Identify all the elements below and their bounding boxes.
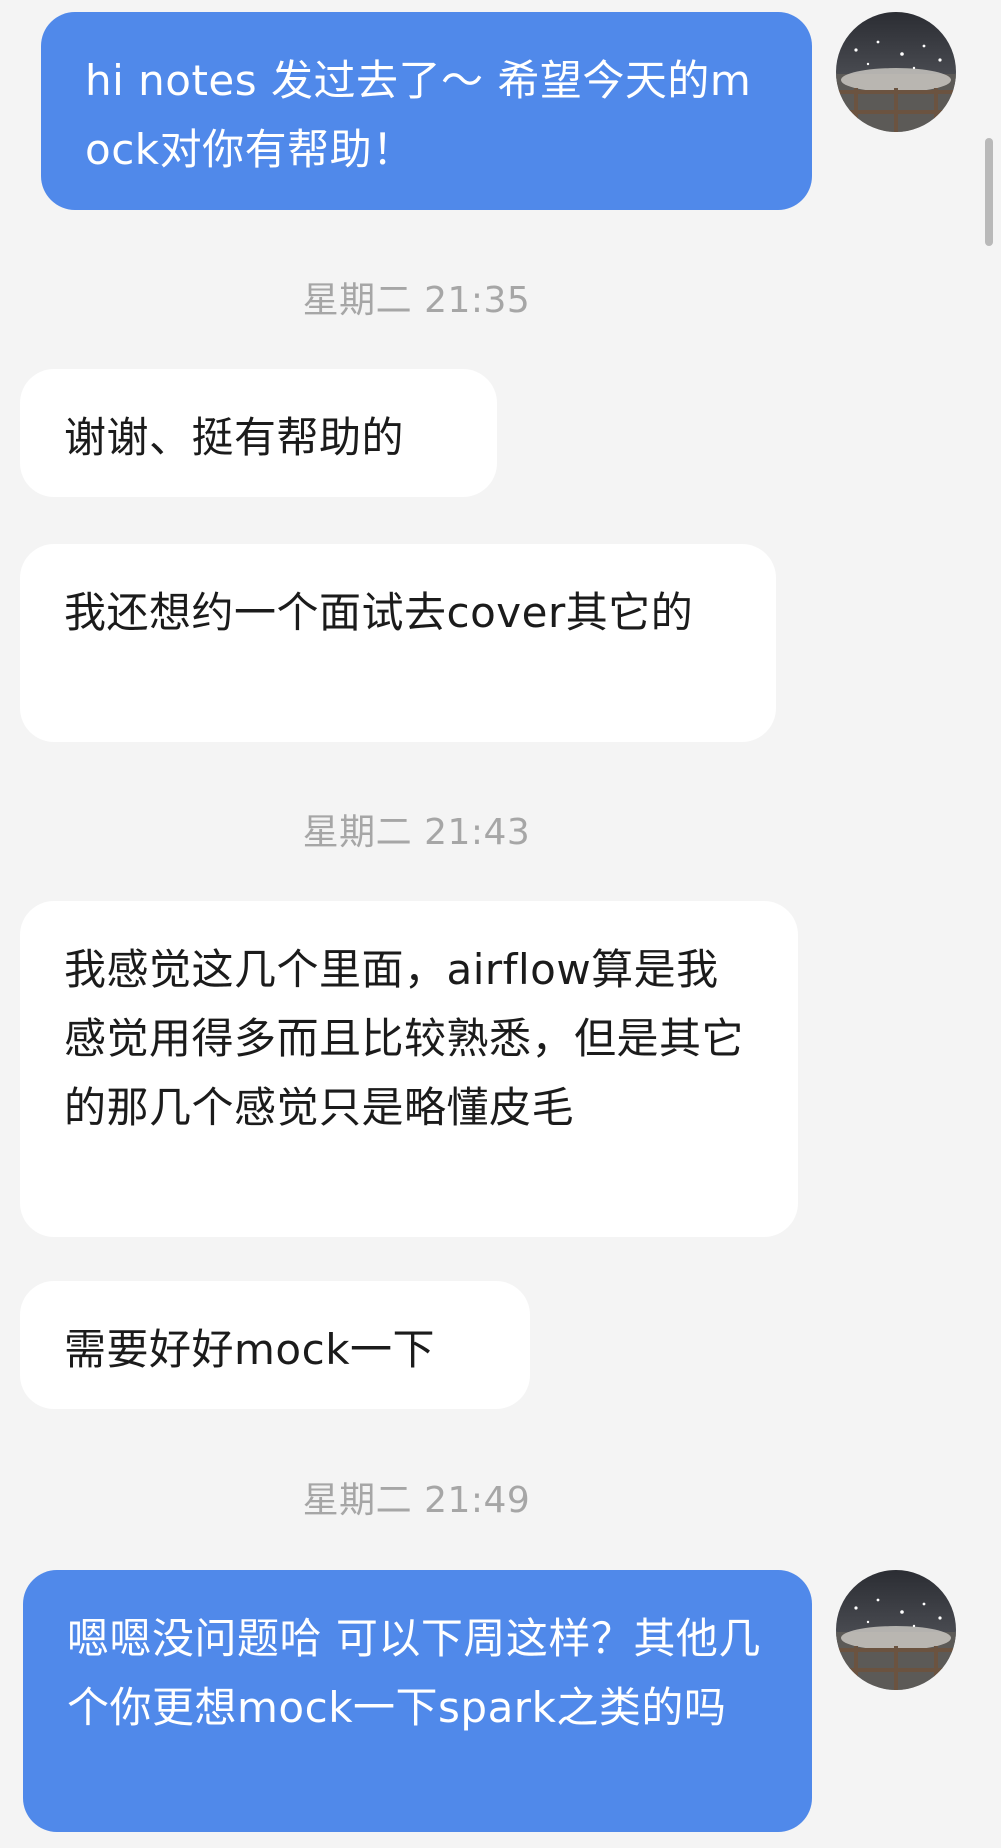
message-bubble-outgoing[interactable]: hi notes 发过去了～ 希望今天的mock对你有帮助！ [41,12,812,210]
chat-thread: hi notes 发过去了～ 希望今天的mock对你有帮助！ 星期二 21:35… [0,0,1001,1848]
message-bubble-incoming[interactable]: 我感觉这几个里面，airflow算是我感觉用得多而且比较熟悉，但是其它的那几个感… [20,901,798,1237]
avatar-image-icon [836,12,956,132]
message-bubble-incoming[interactable]: 需要好好mock一下 [20,1281,530,1409]
timestamp: 星期二 21:49 [302,1480,531,1521]
avatar[interactable] [836,12,956,132]
avatar-image-icon [836,1570,956,1690]
message-bubble-incoming[interactable]: 谢谢、挺有帮助的 [20,369,497,497]
message-bubble-outgoing[interactable]: 嗯嗯没问题哈 可以下周这样？其他几个你更想mock一下spark之类的吗 [23,1570,812,1832]
timestamp: 星期二 21:43 [302,812,531,853]
message-bubble-incoming[interactable]: 我还想约一个面试去cover其它的 [20,544,776,742]
timestamp: 星期二 21:35 [302,280,531,321]
avatar[interactable] [836,1570,956,1690]
scrollbar-thumb[interactable] [985,138,993,246]
